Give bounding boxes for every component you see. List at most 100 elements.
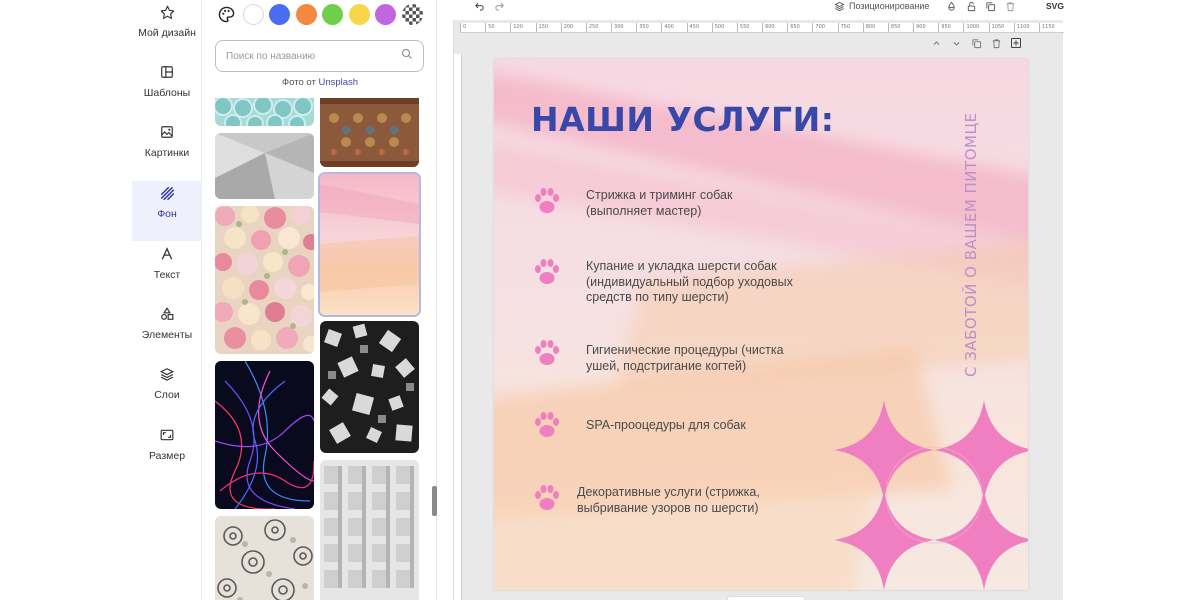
nav-label: Слои (154, 389, 180, 401)
ruler-tick: 900 (913, 23, 938, 32)
ruler-tick: 250 (585, 23, 611, 32)
ruler-tick: 1000 (963, 23, 988, 32)
bg-tile-black-white-cubes[interactable] (320, 321, 419, 453)
chevron-up-icon[interactable] (930, 37, 942, 49)
ruler-tick: 0 (460, 23, 485, 32)
ruler-tick: 800 (862, 23, 888, 32)
service-item[interactable]: Декоративные услуги (стрижка, выбривание … (577, 485, 760, 516)
ruler-tick: 1150 (1038, 23, 1064, 32)
background-hatch-icon (159, 185, 175, 201)
shapes-icon (159, 306, 175, 322)
nav-item-images[interactable]: Картинки (132, 120, 202, 180)
vertical-ruler (454, 54, 462, 600)
service-item[interactable]: Гигиенические процедуры (чистка ушей, под… (586, 343, 784, 374)
swatch-green[interactable] (322, 3, 343, 25)
duplicate-icon[interactable] (984, 0, 996, 12)
photo-credit: Фото от Unsplash (203, 77, 436, 88)
add-page-icon[interactable] (1010, 37, 1022, 49)
nav-item-layers[interactable]: Слои (132, 362, 202, 422)
nav-item-templates[interactable]: Шаблоны (132, 60, 202, 120)
unsplash-link[interactable]: Unsplash (318, 77, 358, 88)
nav-item-my-design[interactable]: Мой дизайн (132, 0, 202, 60)
image-icon (159, 124, 175, 140)
nav-item-background[interactable]: Фон (132, 181, 202, 241)
opacity-icon[interactable] (945, 0, 957, 12)
service-item[interactable]: Купание и укладка шерсти собак (индивидуа… (586, 259, 793, 306)
lock-icon[interactable] (965, 0, 977, 12)
undo-icon[interactable] (473, 0, 485, 12)
nav-label: Шаблоны (143, 87, 191, 99)
positioning-icon (833, 0, 845, 12)
bg-tile-flower-wall[interactable] (215, 206, 314, 354)
ruler-tick: 500 (711, 23, 737, 32)
bg-tile-turquoise-pearls[interactable] (215, 98, 314, 126)
paw-icon (535, 188, 559, 213)
ruler-tick: 1050 (988, 23, 1014, 32)
panel-scrollbar[interactable] (432, 486, 437, 516)
ruler-tick: 50 (485, 23, 510, 32)
nav-item-text[interactable]: Текст (132, 242, 202, 302)
palette-icon[interactable] (216, 4, 237, 25)
layers-icon (159, 366, 175, 382)
service-item[interactable]: Стрижка и триминг собак (выполняет мастер… (586, 188, 732, 219)
background-panel: Фото от Unsplash (203, 0, 437, 600)
nav-label: Мой дизайн (138, 27, 196, 39)
top-toolbar: Позиционирование SVG (453, 0, 1200, 14)
bg-tile-floral-lace-pattern[interactable] (215, 516, 314, 600)
swatch-blue[interactable] (269, 3, 290, 25)
bg-tile-neon-light-waves[interactable] (215, 361, 314, 509)
swatch-purple[interactable] (375, 3, 396, 25)
editor-app: Мой дизайн Шаблоны Картинки Фон Текст Эл… (0, 0, 1200, 600)
horizontal-ruler: 0 50 100 150 200 250 300 350 400 450 500 550 600 650 7… (460, 23, 1064, 33)
workspace: 0 50 100 150 200 250 300 350 400 450 500 550 600 650 7… (453, 20, 1064, 600)
swatch-white[interactable] (242, 3, 264, 25)
service-item[interactable]: SPA-прооцедуры для собак (586, 418, 746, 434)
chevron-down-icon[interactable] (950, 37, 962, 49)
design-canvas[interactable]: НАШИ УСЛУГИ: Стрижка и триминг собак (вып… (494, 59, 1028, 590)
ruler-tick: 100 (510, 23, 535, 32)
ruler-tick: 350 (636, 23, 661, 32)
vertical-caption[interactable]: С ЗАБОТОЙ О ВАШЕМ ПИТОМЦЕ (962, 112, 980, 377)
positioning-button[interactable]: Позиционирование (849, 1, 929, 11)
page-tab[interactable] (727, 596, 805, 600)
redo-icon[interactable] (493, 0, 505, 12)
bg-tile-white-grid-facade[interactable] (320, 460, 419, 600)
search-field[interactable] (215, 40, 424, 72)
transparent-swatch-icon[interactable] (401, 3, 423, 25)
template-icon (159, 64, 175, 80)
nav-label: Фон (157, 208, 177, 220)
search-input[interactable] (226, 50, 401, 62)
nav-label: Элементы (141, 329, 193, 341)
ruler-tick: 400 (661, 23, 686, 32)
ruler-tick: 950 (938, 23, 963, 32)
star-icon (159, 4, 175, 20)
paw-icon (535, 412, 559, 437)
sparkle-stars-decoration[interactable] (834, 400, 1028, 590)
delete-page-icon[interactable] (990, 37, 1002, 49)
ruler-tick: 450 (686, 23, 712, 32)
bg-tile-pink-watercolor-selected[interactable] (318, 172, 421, 317)
ruler-tick: 750 (837, 23, 863, 32)
export-svg-button[interactable]: SVG (1046, 1, 1064, 11)
text-icon (159, 246, 175, 262)
nav-label: Картинки (144, 147, 190, 159)
bg-tile-ornamental-carpet[interactable] (320, 98, 419, 167)
search-icon[interactable] (401, 47, 413, 65)
ruler-tick: 600 (762, 23, 787, 32)
bg-tile-gray-folded-paper[interactable] (215, 133, 314, 199)
resize-icon (159, 427, 175, 443)
page-controls (930, 37, 1030, 49)
paw-icon (535, 259, 559, 284)
canvas-title[interactable]: НАШИ УСЛУГИ: (531, 100, 834, 139)
duplicate-page-icon[interactable] (970, 37, 982, 49)
nav-label: Размер (148, 450, 186, 462)
ruler-tick: 650 (787, 23, 812, 32)
nav-item-elements[interactable]: Элементы (132, 302, 202, 362)
swatch-yellow[interactable] (348, 3, 370, 25)
swatch-orange[interactable] (295, 3, 317, 25)
color-swatches (216, 3, 428, 25)
credit-prefix: Фото от (281, 77, 316, 88)
nav-item-size[interactable]: Размер (132, 423, 202, 483)
trash-icon[interactable] (1004, 0, 1016, 12)
ruler-tick: 200 (560, 23, 586, 32)
